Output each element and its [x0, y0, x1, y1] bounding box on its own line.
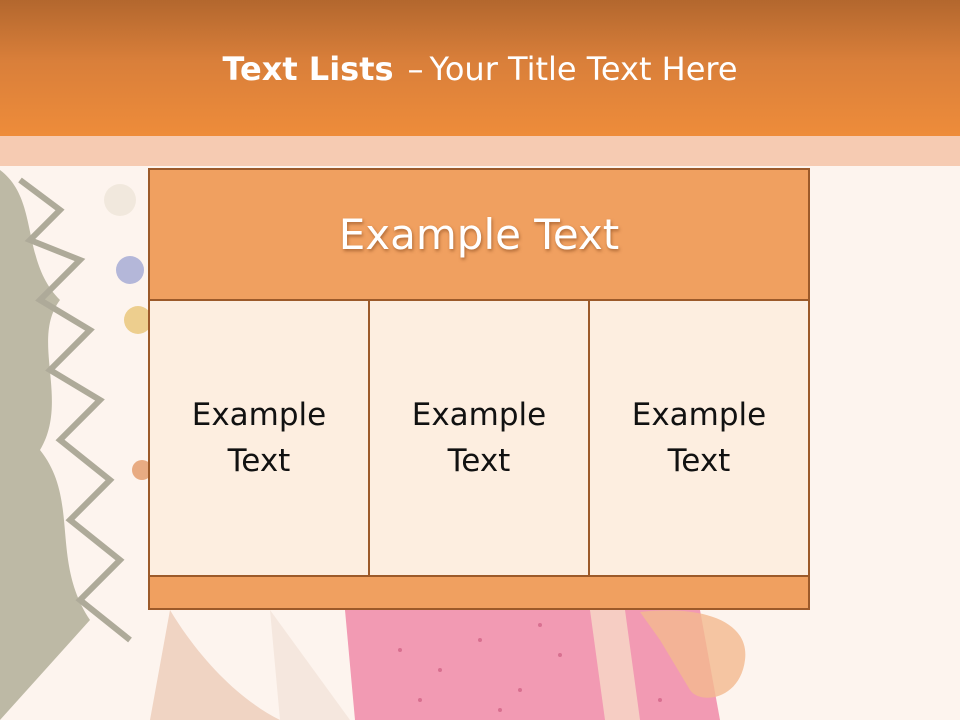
table-cell-1-text: Example Text	[191, 397, 327, 479]
slide-title: Text Lists – Your Title Text Here	[0, 50, 960, 88]
table-footer-row	[148, 575, 810, 610]
table-cell-2-text: Example Text	[411, 397, 547, 479]
title-bold-text: Text Lists	[222, 50, 394, 88]
table-cell-1: Example Text	[148, 299, 370, 577]
title-separator: –	[407, 50, 424, 88]
table-header-cell: Example Text	[148, 168, 810, 301]
table-cell-3-text: Example Text	[631, 397, 767, 479]
title-strip	[0, 136, 960, 166]
title-rest-text: Your Title Text Here	[429, 50, 738, 88]
table-cell-2: Example Text	[368, 299, 590, 577]
table-cell-3: Example Text	[588, 299, 810, 577]
text-list-table: Example Text Example Text Example Text E…	[148, 168, 810, 610]
